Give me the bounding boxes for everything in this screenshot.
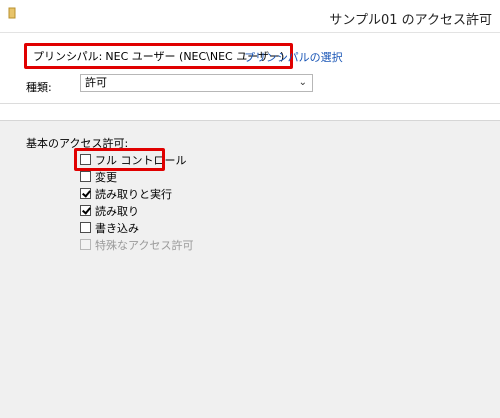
- type-label: 種類:: [26, 81, 52, 94]
- permission-label: 書き込み: [95, 221, 139, 235]
- permission-label: 読み取り: [95, 204, 139, 218]
- permission-read[interactable]: 読み取り: [80, 202, 193, 219]
- read-execute-checkbox[interactable]: [80, 188, 91, 199]
- read-checkbox[interactable]: [80, 205, 91, 216]
- permission-special: 特殊なアクセス許可: [80, 236, 193, 253]
- write-checkbox[interactable]: [80, 222, 91, 233]
- permissions-panel: 基本のアクセス許可: フル コントロール 変更 読み取りと実行 読み取り 書き込…: [0, 120, 500, 418]
- permission-write[interactable]: 書き込み: [80, 219, 193, 236]
- principal-label: プリンシパル:: [33, 50, 103, 63]
- permission-label: 読み取りと実行: [95, 187, 172, 201]
- principal-panel: プリンシパル: NEC ユーザー (NEC\NEC ユーザー) プリンシパルの選…: [0, 32, 500, 104]
- select-principal-link[interactable]: プリンシパルの選択: [244, 49, 343, 65]
- chevron-down-icon: ⌄: [298, 77, 307, 88]
- special-checkbox: [80, 239, 91, 250]
- permissions-list: フル コントロール 変更 読み取りと実行 読み取り 書き込み 特殊なアクセス許可: [74, 148, 193, 253]
- type-select[interactable]: 許可 ⌄: [80, 74, 313, 92]
- modify-checkbox[interactable]: [80, 171, 91, 182]
- title-bar: サンプル01 のアクセス許可: [0, 0, 500, 32]
- type-value: 許可: [85, 76, 107, 89]
- folder-icon: [8, 7, 16, 19]
- permission-label: 特殊なアクセス許可: [95, 238, 194, 252]
- window-title: サンプル01 のアクセス許可: [329, 13, 492, 28]
- full-control-checkbox[interactable]: [80, 154, 91, 165]
- permission-read-execute[interactable]: 読み取りと実行: [80, 185, 193, 202]
